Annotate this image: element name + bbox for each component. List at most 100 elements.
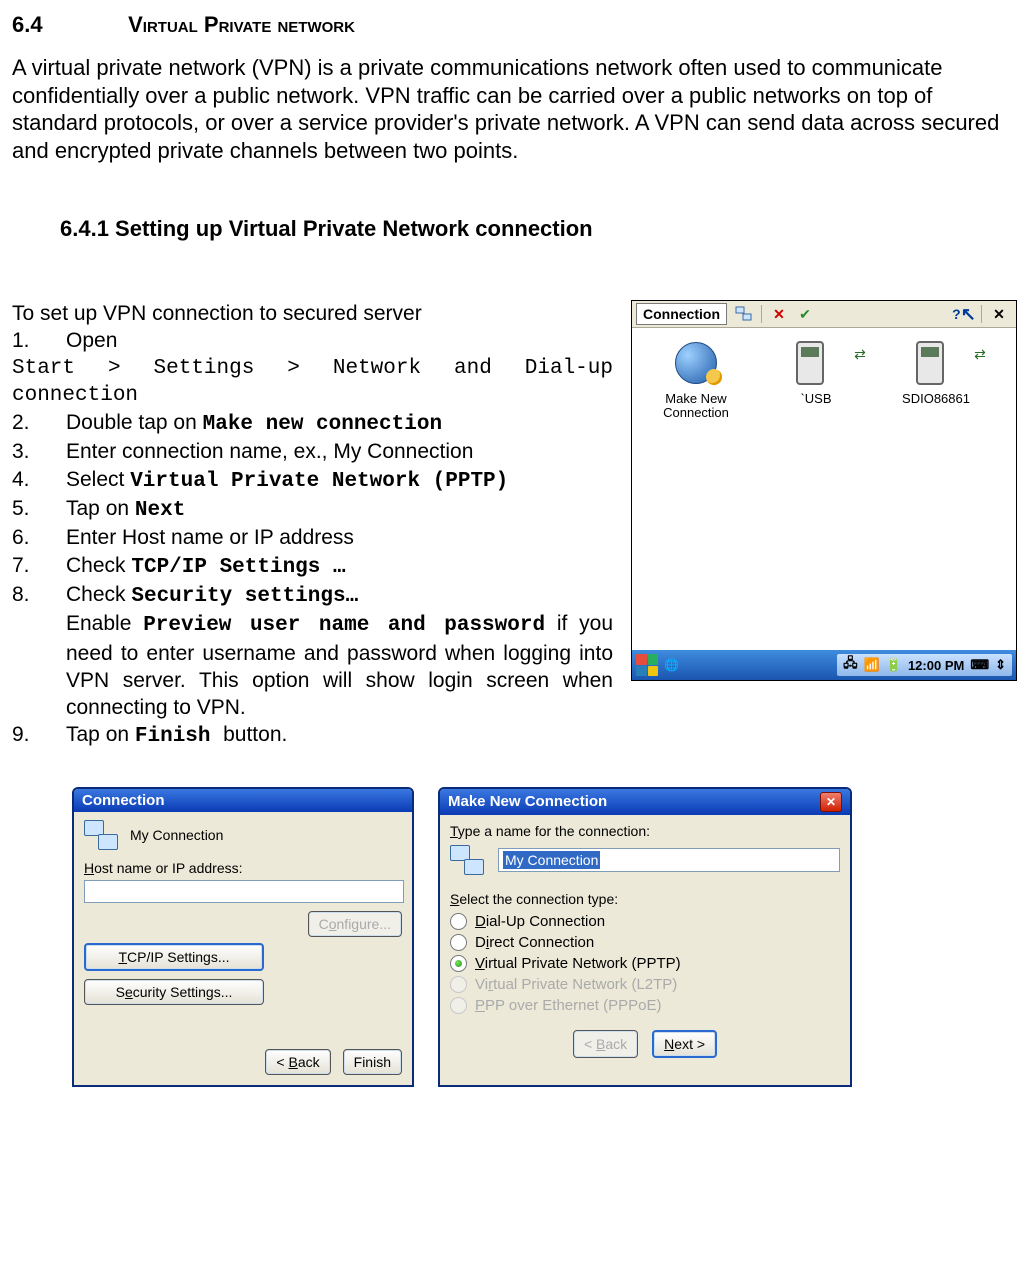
- step-number: 1.: [12, 327, 66, 354]
- step-text: Double tap on: [66, 411, 203, 434]
- toolbar: Connection ✕ ✔ ?↖ ✕: [632, 301, 1016, 328]
- network-tray-icon[interactable]: 🖧: [843, 654, 858, 676]
- screenshot-connection-explorer: Connection ✕ ✔ ?↖ ✕ Make New Connection …: [631, 300, 1017, 681]
- code-text: Preview user name and password: [143, 614, 545, 637]
- section-header: 6.4 Virtual Private network: [12, 12, 1017, 38]
- globe-icon: [670, 338, 722, 388]
- item-make-new-connection[interactable]: Make New Connection: [640, 338, 752, 640]
- security-settings-button[interactable]: Security Settings...: [84, 979, 264, 1005]
- item-usb[interactable]: ⇄ `USB: [760, 338, 872, 640]
- battery-tray-icon[interactable]: 🔋: [886, 657, 902, 673]
- step-text: Enter Host name or IP address: [66, 524, 607, 551]
- host-label: Host name or IP address:: [84, 860, 402, 876]
- subsection-title: 6.4.1 Setting up Virtual Private Network…: [60, 216, 1017, 242]
- configure-button: Configure...: [308, 911, 402, 937]
- title-text: Make New Connection: [448, 793, 607, 810]
- step-number: 2.: [12, 409, 66, 436]
- step-2: 2.Double tap on Make new connection: [12, 409, 613, 438]
- item-label: SDIO86861: [880, 392, 992, 406]
- screenshot-make-new-connection: Make New Connection ✕ Type a name for th…: [438, 787, 852, 1087]
- radio-vpn-pptp[interactable]: Virtual Private Network (PPTP): [450, 955, 840, 972]
- radio-label: Virtual Private Network (L2TP): [475, 976, 677, 993]
- code-text: TCP/IP Settings …: [131, 556, 345, 579]
- phone-sync-icon: ⇄: [910, 338, 962, 388]
- window-body: Make New Connection ⇄ `USB ⇄ SDIO86861: [632, 328, 1016, 650]
- select-type-label: Select the connection type:: [450, 891, 840, 907]
- step-number: 4.: [12, 466, 66, 493]
- radio-vpn-l2tp: Virtual Private Network (L2TP): [450, 976, 840, 993]
- network-icon: [84, 820, 118, 850]
- radio-icon: [450, 976, 467, 993]
- system-tray[interactable]: 🖧 📶 🔋 12:00 PM ⌨ ⇕: [837, 654, 1012, 676]
- step-text: Tap on: [66, 497, 135, 520]
- connection-name-input[interactable]: My Connection: [498, 848, 840, 872]
- radio-label: PPP over Ethernet (PPPoE): [475, 997, 662, 1014]
- step-number: 8.: [12, 581, 66, 608]
- section-title: Virtual Private network: [128, 12, 355, 37]
- taskbar-globe-icon[interactable]: 🌐: [664, 658, 679, 672]
- updown-tray-icon[interactable]: ⇕: [995, 657, 1006, 673]
- step-4: 4.Select Virtual Private Network (PPTP): [12, 466, 613, 495]
- step-8-detail: Enable Preview user name and password if…: [66, 610, 613, 721]
- back-button: < Back: [573, 1030, 638, 1058]
- step-number: 9.: [12, 721, 66, 748]
- delete-icon[interactable]: ✕: [768, 304, 790, 324]
- step-9: 9.Tap on Finish button.: [12, 721, 613, 750]
- signal-tray-icon[interactable]: 📶: [864, 657, 880, 673]
- step-3: 3.Enter connection name, ex., My Connect…: [12, 438, 613, 465]
- radio-label: Direct Connection: [475, 934, 594, 951]
- step-1-path: Start > Settings > Network and Dial-up c…: [12, 355, 613, 410]
- title-text: Connection: [82, 792, 165, 809]
- step-8: 8.Check Security settings…: [12, 581, 613, 610]
- network-icon: [450, 845, 484, 875]
- instructions-column: To set up VPN connection to secured serv…: [12, 300, 613, 751]
- check-icon[interactable]: ✔: [794, 304, 816, 324]
- clock[interactable]: 12:00 PM: [908, 658, 964, 673]
- item-label: `USB: [760, 392, 872, 406]
- radio-direct[interactable]: Direct Connection: [450, 934, 840, 951]
- code-text: Security settings…: [131, 585, 358, 608]
- step-text: Tap on: [66, 723, 135, 746]
- radio-icon[interactable]: [450, 913, 467, 930]
- window-label: Connection: [636, 303, 727, 325]
- step-7: 7.Check TCP/IP Settings …: [12, 552, 613, 581]
- step-text: Enable: [66, 612, 143, 635]
- close-icon[interactable]: ✕: [820, 792, 842, 812]
- keyboard-tray-icon[interactable]: ⌨: [970, 657, 989, 673]
- step-number: 3.: [12, 438, 66, 465]
- code-text: Next: [135, 499, 185, 522]
- help-icon[interactable]: ?↖: [953, 304, 975, 324]
- tcpip-settings-button[interactable]: TCP/IP Settings...: [84, 943, 264, 971]
- start-button[interactable]: [636, 654, 658, 676]
- close-icon[interactable]: ✕: [988, 304, 1010, 324]
- radio-label: Virtual Private Network (PPTP): [475, 955, 681, 972]
- radio-pppoe: PPP over Ethernet (PPPoE): [450, 997, 840, 1014]
- step-text: Check: [66, 554, 131, 577]
- connection-name: My Connection: [130, 827, 223, 843]
- code-text: Finish: [135, 725, 223, 748]
- code-text: Make new connection: [203, 413, 442, 436]
- step-text: Select: [66, 468, 130, 491]
- radio-dialup[interactable]: Dial-Up Connection: [450, 913, 840, 930]
- code-text: Virtual Private Network (PPTP): [130, 470, 508, 493]
- step-text: button.: [223, 723, 287, 746]
- separator: [981, 305, 982, 323]
- radio-label: Dial-Up Connection: [475, 913, 605, 930]
- finish-button[interactable]: Finish: [343, 1049, 402, 1075]
- next-button[interactable]: Next >: [652, 1030, 717, 1058]
- host-input[interactable]: [84, 880, 404, 903]
- step-text: Check: [66, 583, 131, 606]
- section-number: 6.4: [12, 12, 122, 38]
- titlebar: Make New Connection ✕: [440, 789, 850, 815]
- item-sdio[interactable]: ⇄ SDIO86861: [880, 338, 992, 640]
- titlebar: Connection: [74, 789, 412, 812]
- network-icon[interactable]: [733, 304, 755, 324]
- step-text: Open: [66, 329, 117, 352]
- item-label: Make New Connection: [640, 392, 752, 421]
- radio-icon[interactable]: [450, 934, 467, 951]
- step-5: 5.Tap on Next: [12, 495, 613, 524]
- step-number: 5.: [12, 495, 66, 522]
- separator: [761, 305, 762, 323]
- radio-icon[interactable]: [450, 955, 467, 972]
- back-button[interactable]: < Back: [265, 1049, 330, 1075]
